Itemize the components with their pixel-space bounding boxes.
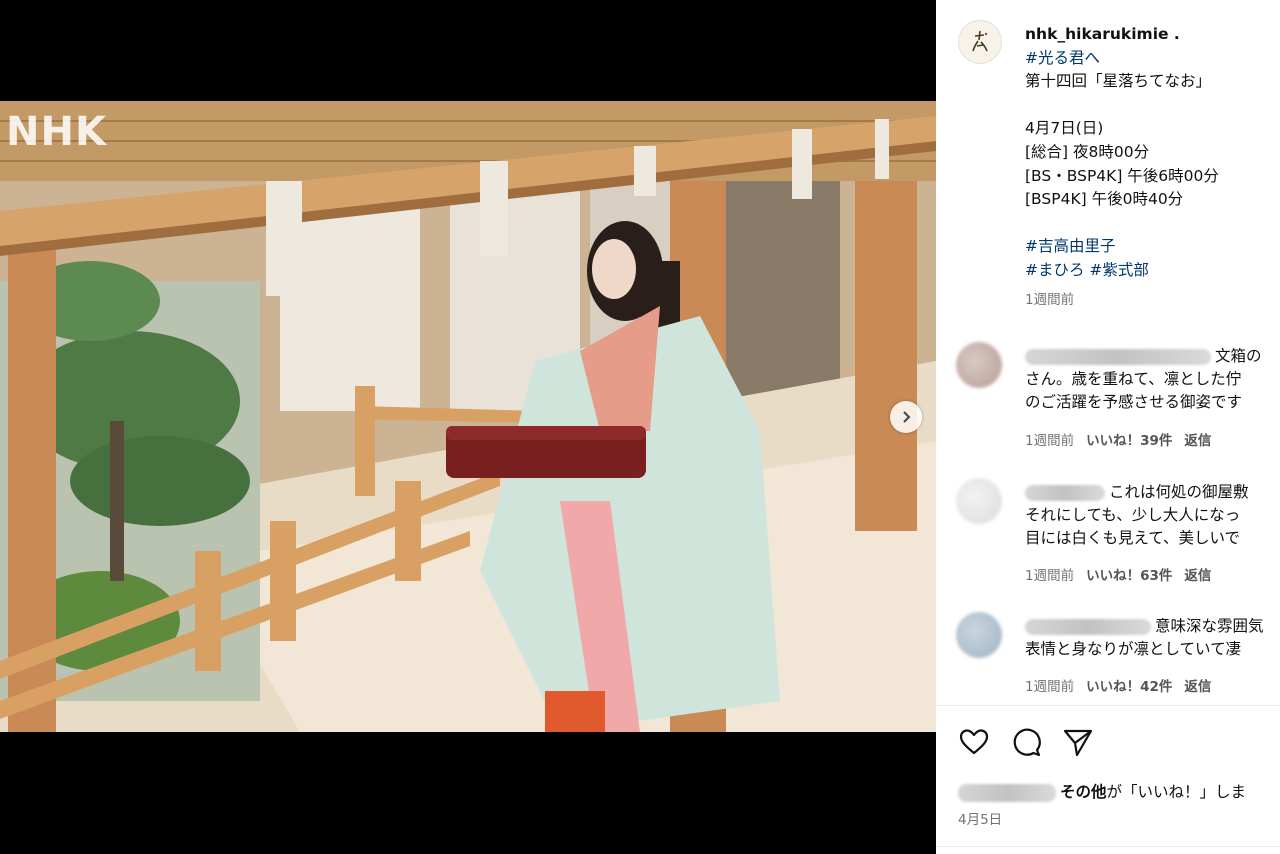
commenter-avatar[interactable] — [956, 612, 1002, 658]
comment-time: 1週間前 — [1025, 568, 1075, 584]
air-date: 4月7日(日) — [1025, 119, 1104, 138]
post-panel: nhk_hikarukimie . #光る君へ 第十四回「星落ちてなお」 4月7… — [936, 0, 1280, 854]
comment-likes[interactable]: いいね！42件 — [1086, 679, 1172, 695]
schedule-general: [総合] 夜8時00分 — [1025, 142, 1150, 161]
chevron-right-icon — [903, 411, 911, 423]
post-actions — [958, 726, 1094, 758]
schedule-bs: [BS・BSP4K] 午後6時00分 — [1025, 166, 1219, 185]
comment-line: さん。歳を重ねて、凛とした佇 — [1025, 370, 1242, 388]
comment-line: 意味深な雰囲気 — [1155, 617, 1264, 635]
comment-likes[interactable]: いいね！39件 — [1086, 433, 1172, 449]
photo-illustration — [0, 101, 936, 732]
reply-button[interactable]: 返信 — [1184, 568, 1211, 584]
next-image-button[interactable] — [890, 401, 922, 433]
comment-meta: 1週間前 いいね！39件 返信 — [1025, 429, 1211, 449]
hashtags-roles[interactable]: #まひろ #紫式部 — [1025, 259, 1280, 283]
comment-meta: 1週間前 いいね！42件 返信 — [1025, 675, 1211, 695]
liker-name[interactable] — [958, 783, 1056, 802]
commenter-name[interactable] — [1025, 484, 1105, 501]
divider — [936, 846, 1280, 847]
comment-text: 文箱の さん。歳を重ねて、凛とした佇 のご活躍を予感させる御姿です — [1025, 345, 1280, 414]
post-date: 4月5日 — [958, 812, 1003, 828]
likes-suffix: が「いいね！」しま — [1106, 783, 1247, 801]
comment-icon[interactable] — [1010, 726, 1042, 758]
comment-line: 表情と身なりが凛としていて凄 — [1025, 640, 1242, 658]
post-caption: nhk_hikarukimie . #光る君へ 第十四回「星落ちてなお」 4月7… — [1025, 23, 1280, 312]
divider — [936, 705, 1280, 706]
commenter-avatar[interactable] — [956, 478, 1002, 524]
nhk-watermark: NHK — [6, 109, 107, 155]
comment-text: これは何処の御屋敷 それにしても、少し大人になっ 目には白くも見えて、美しいで — [1025, 481, 1280, 550]
comment-likes[interactable]: いいね！63件 — [1086, 568, 1172, 584]
comment-line: のご活躍を予感させる御姿です — [1025, 393, 1243, 411]
heart-icon[interactable] — [958, 726, 990, 758]
post-photo: NHK — [0, 101, 936, 732]
commenter-name[interactable] — [1025, 348, 1211, 365]
likes-others[interactable]: その他 — [1060, 783, 1107, 801]
comment-line: 文箱の — [1215, 347, 1262, 365]
comment-line: それにしても、少し大人になっ — [1025, 506, 1241, 524]
reply-button[interactable]: 返信 — [1184, 679, 1211, 695]
reply-button[interactable]: 返信 — [1184, 433, 1211, 449]
comment-time: 1週間前 — [1025, 679, 1075, 695]
schedule-bsp4k: [BSP4K] 午後0時40分 — [1025, 190, 1184, 209]
comment-time: 1週間前 — [1025, 433, 1075, 449]
hashtag-actress[interactable]: #吉高由里子 — [1025, 235, 1280, 259]
comment-line: 目には白くも見えて、美しいで — [1025, 529, 1240, 547]
likes-summary: その他が「いいね！」しま — [958, 780, 1246, 802]
post-time: 1週間前 — [1025, 291, 1075, 308]
commenter-name[interactable] — [1025, 618, 1151, 635]
comment-meta: 1週間前 いいね！63件 返信 — [1025, 564, 1211, 584]
share-icon[interactable] — [1062, 726, 1094, 758]
episode-title: 第十四回「星落ちてなお」 — [1025, 72, 1212, 91]
comment-line: これは何処の御屋敷 — [1109, 483, 1249, 501]
post-media: NHK — [0, 0, 936, 854]
calligraphy-logo-icon — [972, 30, 988, 52]
comment-text: 意味深な雰囲気 表情と身なりが凛としていて凄 — [1025, 615, 1280, 661]
post-username[interactable]: nhk_hikarukimie . — [1025, 23, 1280, 47]
hashtag-show[interactable]: #光る君へ — [1025, 47, 1280, 71]
account-avatar[interactable] — [958, 20, 1002, 64]
commenter-avatar[interactable] — [956, 342, 1002, 388]
